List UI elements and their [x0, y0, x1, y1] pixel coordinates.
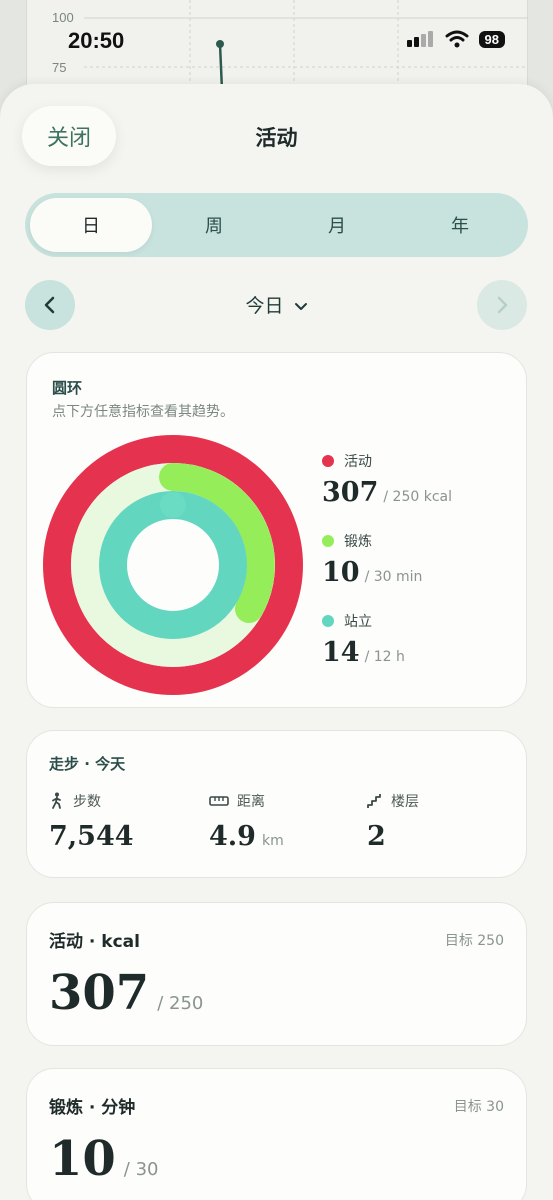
legend-exercise: 锻炼 10 / 30 min	[322, 531, 422, 588]
walking-card[interactable]: 走步 · 今天 步数 7,544 距离 4.9 km 楼层 2	[26, 730, 527, 878]
exercise-metric-title: 锻炼 · 分钟	[49, 1098, 136, 1118]
move-metric-card[interactable]: 活动 · kcal 目标 250 307 / 250	[26, 902, 527, 1046]
legend-move-goal: / 250 kcal	[383, 489, 452, 505]
wifi-icon	[445, 30, 469, 48]
distance-unit: km	[261, 833, 284, 849]
walking-person-icon	[52, 792, 61, 809]
legend-move-label: 活动	[344, 454, 372, 470]
exercise-metric-card[interactable]: 锻炼 · 分钟 目标 30 10 / 30	[26, 1068, 527, 1200]
legend-move-value: 307	[322, 477, 379, 508]
distance-label: 距离	[237, 794, 265, 810]
floors-label: 楼层	[391, 794, 419, 810]
segment-month[interactable]: 月	[276, 198, 398, 252]
walking-title: 走步 · 今天	[49, 755, 126, 773]
rings-card[interactable]: 圆环 点下方任意指标查看其趋势。 活动 307 / 250 kcal 锻炼 10…	[26, 352, 527, 708]
stand-ring	[99, 491, 247, 639]
move-metric-of: / 250	[157, 993, 204, 1014]
next-day-button[interactable]	[477, 280, 527, 330]
stand-dot	[322, 615, 334, 627]
legend-stand-label: 站立	[344, 614, 372, 630]
cellular-signal-icon	[406, 31, 433, 47]
activity-rings	[43, 435, 303, 695]
floors-value: 2	[367, 821, 386, 852]
background-tick-100: 100	[52, 10, 74, 25]
ruler-icon	[209, 796, 229, 806]
exercise-dot	[322, 535, 334, 547]
activity-sheet: 关闭 活动 日 周 月 年 今日 圆环 点下方任意指标查看其趋势。 活动 307…	[0, 84, 553, 1200]
period-segmented-control: 日 周 月 年	[25, 193, 528, 257]
rings-title: 圆环	[52, 379, 83, 397]
legend-stand: 站立 14 / 12 h	[322, 611, 405, 668]
legend-exercise-label: 锻炼	[344, 534, 372, 550]
rings-subtitle: 点下方任意指标查看其趋势。	[52, 404, 234, 420]
legend-move: 活动 307 / 250 kcal	[322, 451, 452, 508]
segment-year[interactable]: 年	[399, 198, 521, 252]
distance-stat: 距离 4.9 km	[209, 791, 284, 852]
distance-value: 4.9	[209, 821, 256, 852]
date-label: 今日	[245, 295, 284, 317]
date-selector[interactable]: 今日	[0, 291, 553, 318]
exercise-metric-value: 10	[49, 1131, 116, 1187]
segment-week[interactable]: 周	[153, 198, 275, 252]
battery-indicator: 98	[478, 30, 505, 48]
exercise-metric-goal: 目标 30	[453, 1099, 504, 1115]
chevron-down-icon	[294, 303, 307, 310]
status-time: 20:50	[68, 28, 125, 53]
chevron-right-icon	[497, 296, 508, 314]
steps-stat: 步数 7,544	[49, 791, 134, 852]
legend-stand-value: 14	[322, 637, 360, 668]
segment-day[interactable]: 日	[30, 198, 152, 252]
stand-ring-cap	[160, 492, 186, 518]
legend-stand-goal: / 12 h	[364, 649, 405, 665]
move-metric-value: 307	[49, 965, 150, 1021]
legend-exercise-value: 10	[322, 557, 360, 588]
exercise-metric-of: / 30	[123, 1159, 159, 1180]
floors-stat: 楼层 2	[367, 791, 419, 852]
move-metric-goal: 目标 250	[444, 933, 504, 949]
legend-exercise-goal: / 30 min	[364, 569, 423, 585]
background-tick-75: 75	[52, 60, 67, 75]
stairs-icon	[367, 794, 381, 808]
move-metric-title: 活动 · kcal	[49, 932, 140, 952]
sheet-title: 活动	[255, 126, 298, 150]
steps-label: 步数	[73, 794, 101, 810]
move-dot	[322, 455, 334, 467]
steps-value: 7,544	[49, 821, 134, 852]
status-icons: 98	[406, 30, 505, 48]
